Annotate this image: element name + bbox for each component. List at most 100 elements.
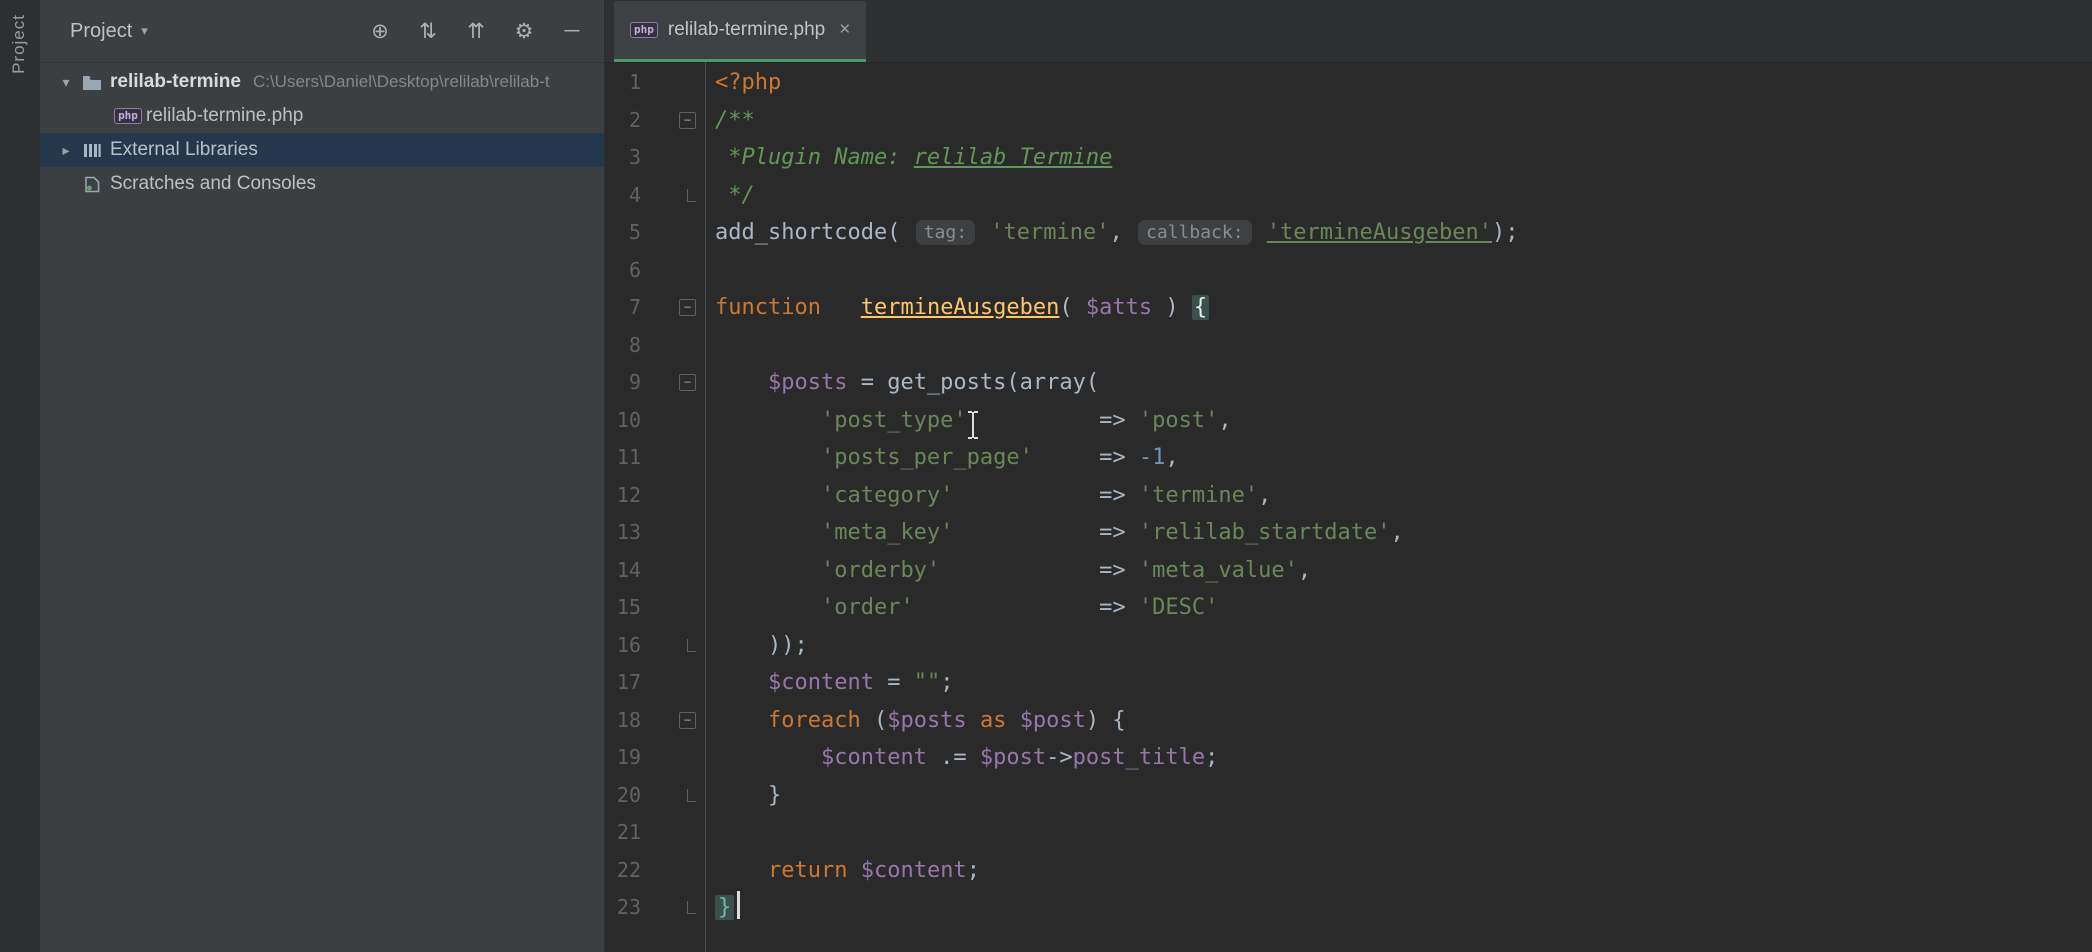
toolbar-icons: ⊕ ⇅ ⇈ ⚙ ─ xyxy=(368,19,584,44)
scratch-icon xyxy=(78,176,106,193)
code-line[interactable]: 3 *Plugin Name: relilab Termine xyxy=(605,139,2092,177)
code-line[interactable]: 16 )); xyxy=(605,627,2092,665)
line-number: 13 xyxy=(605,514,641,552)
tree-item-label: External Libraries xyxy=(110,139,258,161)
code-text: function termineAusgeben( $atts ) { xyxy=(703,289,1209,327)
close-icon[interactable]: × xyxy=(839,19,850,41)
line-number: 6 xyxy=(605,252,641,290)
code-line[interactable]: 10 'post_type' => 'post', xyxy=(605,402,2092,440)
code-line[interactable]: 19 $content .= $post->post_title; xyxy=(605,739,2092,777)
line-number: 10 xyxy=(605,402,641,440)
chevron-right-icon[interactable]: ▸ xyxy=(54,142,78,159)
fold-marker[interactable]: − xyxy=(641,374,703,391)
code-line[interactable]: 23} xyxy=(605,889,2092,927)
fold-marker[interactable]: − xyxy=(641,299,703,316)
code-line[interactable]: 20 } xyxy=(605,777,2092,815)
code-line[interactable]: 6 xyxy=(605,252,2092,290)
code-line[interactable]: 17 $content = ""; xyxy=(605,664,2092,702)
line-number: 21 xyxy=(605,814,641,852)
code-text: 'posts_per_page' => -1, xyxy=(703,439,1179,477)
code-text: 'orderby' => 'meta_value', xyxy=(703,552,1311,590)
code-lines: 1<?php2−/**3 *Plugin Name: relilab Termi… xyxy=(605,62,2092,927)
code-line[interactable]: 12 'category' => 'termine', xyxy=(605,477,2092,515)
line-number: 3 xyxy=(605,139,641,177)
code-line[interactable]: 7 −function termineAusgeben( $atts ) { xyxy=(605,289,2092,327)
code-line[interactable]: 11 'posts_per_page' => -1, xyxy=(605,439,2092,477)
fold-marker[interactable] xyxy=(641,789,703,802)
line-number: 8 xyxy=(605,327,641,365)
ide-window: Project Project ▾ ⊕⇅⇈⚙─ ▾relilab-termine… xyxy=(0,0,2092,952)
library-icon xyxy=(78,142,106,159)
fold-collapse-icon[interactable]: − xyxy=(679,299,696,316)
code-line[interactable]: 1<?php xyxy=(605,64,2092,102)
code-line[interactable]: 9 − $posts = get_posts(array( xyxy=(605,364,2092,402)
fold-end-icon xyxy=(687,639,696,652)
tree-item-scratches-and-consoles[interactable]: Scratches and Consoles xyxy=(40,167,604,201)
fold-marker[interactable]: − xyxy=(641,112,703,129)
code-line[interactable]: 13 'meta_key' => 'relilab_startdate', xyxy=(605,514,2092,552)
activity-bar: Project xyxy=(0,0,41,952)
code-line[interactable]: 5add_shortcode( tag: 'termine', callback… xyxy=(605,214,2092,252)
code-text: <?php xyxy=(703,64,781,102)
locate-file-icon[interactable]: ⊕ xyxy=(368,19,392,44)
line-number: 19 xyxy=(605,739,641,777)
code-line[interactable]: 8 xyxy=(605,327,2092,365)
fold-marker[interactable] xyxy=(641,639,703,652)
line-number: 9 xyxy=(605,364,641,402)
tree-item-path: C:\Users\Daniel\Desktop\relilab\relilab-… xyxy=(253,72,550,92)
php-file-icon: php xyxy=(114,108,142,124)
line-number: 11 xyxy=(605,439,641,477)
line-number: 23 xyxy=(605,889,641,927)
chevron-down-icon: ▾ xyxy=(141,23,148,39)
fold-marker[interactable] xyxy=(641,901,703,914)
expand-all-icon[interactable]: ⇅ xyxy=(416,19,440,44)
line-number: 14 xyxy=(605,552,641,590)
code-line[interactable]: 15 'order' => 'DESC' xyxy=(605,589,2092,627)
code-text: add_shortcode( tag: 'termine', callback:… xyxy=(703,214,1518,253)
tab-relilab-termine-php[interactable]: php relilab-termine.php × xyxy=(614,1,866,62)
line-number: 2 xyxy=(605,102,641,140)
code-text: 'order' => 'DESC' xyxy=(703,589,1218,627)
editor-area: php relilab-termine.php × 1<?php2−/**3 *… xyxy=(605,0,2092,952)
line-number: 22 xyxy=(605,852,641,890)
project-toolbar: Project ▾ ⊕ ⇅ ⇈ ⚙ ─ xyxy=(40,0,604,63)
collapse-all-icon[interactable]: ⇈ xyxy=(464,19,488,44)
code-text: 'post_type' => 'post', xyxy=(703,402,1232,440)
php-file-icon: php xyxy=(630,22,658,38)
code-line[interactable]: 4 */ xyxy=(605,177,2092,215)
code-line[interactable]: 14 'orderby' => 'meta_value', xyxy=(605,552,2092,590)
project-view-selector[interactable]: Project ▾ xyxy=(70,20,148,43)
code-line[interactable]: 2−/** xyxy=(605,102,2092,140)
settings-gear-icon[interactable]: ⚙ xyxy=(512,19,536,44)
code-line[interactable]: 22 return $content; xyxy=(605,852,2092,890)
line-number: 17 xyxy=(605,664,641,702)
code-text: $content = ""; xyxy=(703,664,953,702)
fold-collapse-icon[interactable]: − xyxy=(679,374,696,391)
code-text: 'category' => 'termine', xyxy=(703,477,1271,515)
tab-label: relilab-termine.php xyxy=(668,19,825,41)
code-text: return $content; xyxy=(703,852,980,890)
fold-marker[interactable] xyxy=(641,189,703,202)
tool-window-button-project[interactable]: Project xyxy=(9,14,29,74)
code-text: foreach ($posts as $post) { xyxy=(703,702,1126,740)
tree-item-external-libraries[interactable]: ▸ External Libraries xyxy=(40,133,604,167)
project-view-label: Project xyxy=(70,20,132,43)
fold-marker[interactable]: − xyxy=(641,712,703,729)
tree-item-label: Scratches and Consoles xyxy=(110,173,316,195)
fold-collapse-icon[interactable]: − xyxy=(679,712,696,729)
tree-item-relilab-termine-php[interactable]: phprelilab-termine.php xyxy=(40,99,604,133)
code-text: $posts = get_posts(array( xyxy=(703,364,1099,402)
fold-end-icon xyxy=(687,789,696,802)
editor-body[interactable]: 1<?php2−/**3 *Plugin Name: relilab Termi… xyxy=(605,62,2092,952)
line-number: 18 xyxy=(605,702,641,740)
line-number: 7 xyxy=(605,289,641,327)
hide-panel-icon[interactable]: ─ xyxy=(560,19,584,43)
code-line[interactable]: 18 − foreach ($posts as $post) { xyxy=(605,702,2092,740)
code-line[interactable]: 21 xyxy=(605,814,2092,852)
fold-end-icon xyxy=(687,189,696,202)
tree-item-relilab-termine-root[interactable]: ▾relilab-termineC:\Users\Daniel\Desktop\… xyxy=(40,65,604,99)
chevron-down-icon[interactable]: ▾ xyxy=(54,74,78,91)
fold-collapse-icon[interactable]: − xyxy=(679,112,696,129)
tree-item-label: relilab-termine.php xyxy=(146,105,303,127)
code-text: )); xyxy=(703,627,808,665)
